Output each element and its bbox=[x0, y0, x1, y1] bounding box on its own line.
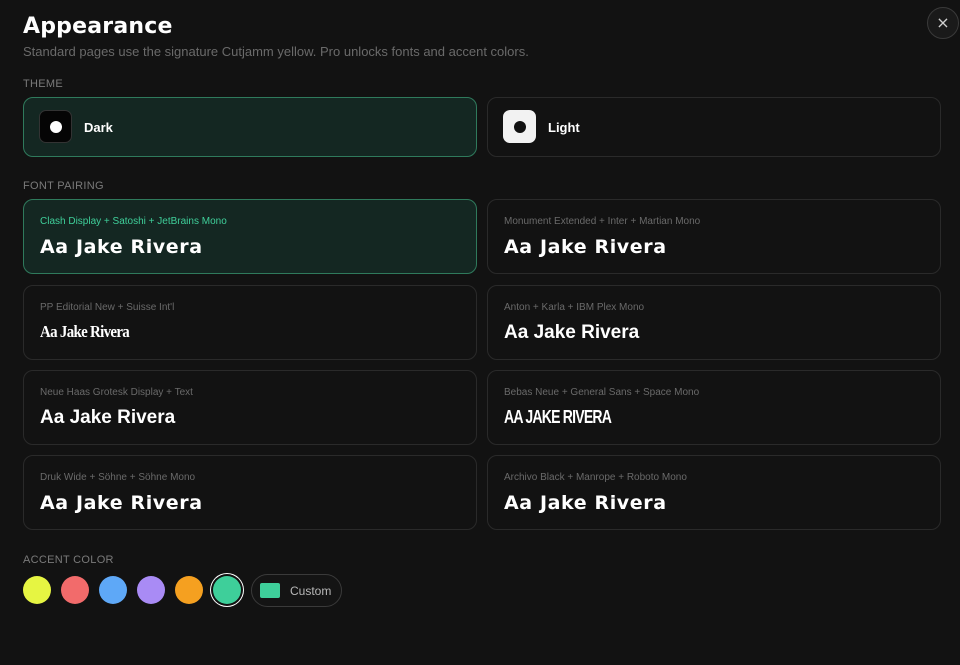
font-pairing-sample: AA JAKE RIVERA bbox=[504, 407, 612, 427]
font-pairing-meta: Bebas Neue + General Sans + Space Mono bbox=[504, 387, 700, 398]
font-pairing-meta: Monument Extended + Inter + Martian Mono bbox=[504, 216, 701, 227]
font-pairing-option[interactable]: Druk Wide + Söhne + Söhne Mono Aa Jake R… bbox=[23, 455, 477, 530]
close-button[interactable]: × bbox=[927, 7, 959, 39]
theme-section-label: THEME bbox=[23, 78, 63, 90]
theme-option-light[interactable]: Light bbox=[487, 97, 941, 157]
font-pairing-sample: Aa Jake Rivera bbox=[40, 322, 130, 341]
font-pairing-option[interactable]: Archivo Black + Manrope + Roboto Mono Aa… bbox=[487, 455, 941, 530]
page-title: Appearance bbox=[23, 14, 173, 39]
font-pairing-sample: Aa Jake Rivera bbox=[504, 492, 667, 514]
accent-swatch-red[interactable] bbox=[61, 576, 89, 604]
font-pairing-section-label: FONT PAIRING bbox=[23, 180, 104, 192]
font-pairing-meta: Archivo Black + Manrope + Roboto Mono bbox=[504, 472, 687, 483]
font-pairing-meta: PP Editorial New + Suisse Int'l bbox=[40, 302, 175, 313]
close-icon: × bbox=[936, 13, 950, 32]
accent-swatch-green[interactable] bbox=[213, 576, 241, 604]
font-pairing-option[interactable]: Monument Extended + Inter + Martian Mono… bbox=[487, 199, 941, 274]
accent-swatch-orange[interactable] bbox=[175, 576, 203, 604]
font-pairing-option[interactable]: Neue Haas Grotesk Display + Text Aa Jake… bbox=[23, 370, 477, 445]
font-pairing-option[interactable]: Clash Display + Satoshi + JetBrains Mono… bbox=[23, 199, 477, 274]
accent-color-section-label: ACCENT COLOR bbox=[23, 554, 114, 566]
custom-color-chip bbox=[260, 583, 280, 598]
font-pairing-option[interactable]: Anton + Karla + IBM Plex Mono Aa Jake Ri… bbox=[487, 285, 941, 360]
font-pairing-meta: Anton + Karla + IBM Plex Mono bbox=[504, 302, 645, 313]
accent-swatch-purple[interactable] bbox=[137, 576, 165, 604]
page-subtitle: Standard pages use the signature Cutjamm… bbox=[23, 44, 529, 59]
theme-option-label: Dark bbox=[84, 120, 113, 135]
font-pairing-sample: Aa Jake Rivera bbox=[40, 236, 203, 258]
font-pairing-sample: Aa Jake Rivera bbox=[40, 492, 203, 514]
font-pairing-option[interactable]: PP Editorial New + Suisse Int'l Aa Jake … bbox=[23, 285, 477, 360]
custom-color-button[interactable]: Custom bbox=[251, 574, 342, 607]
font-pairing-meta: Druk Wide + Söhne + Söhne Mono bbox=[40, 472, 196, 483]
light-theme-icon bbox=[503, 110, 536, 143]
font-pairing-sample: Aa Jake Rivera bbox=[504, 236, 667, 258]
font-pairing-meta: Clash Display + Satoshi + JetBrains Mono bbox=[40, 216, 227, 227]
dark-theme-icon bbox=[39, 110, 72, 143]
font-pairing-sample: Aa Jake Rivera bbox=[504, 322, 640, 343]
accent-swatch-yellow[interactable] bbox=[23, 576, 51, 604]
custom-color-label: Custom bbox=[290, 584, 332, 598]
theme-option-dark[interactable]: Dark bbox=[23, 97, 477, 157]
font-pairing-option[interactable]: Bebas Neue + General Sans + Space Mono A… bbox=[487, 370, 941, 445]
accent-swatch-blue[interactable] bbox=[99, 576, 127, 604]
theme-option-label: Light bbox=[548, 120, 580, 135]
font-pairing-sample: Aa Jake Rivera bbox=[40, 407, 176, 428]
font-pairing-meta: Neue Haas Grotesk Display + Text bbox=[40, 387, 193, 398]
